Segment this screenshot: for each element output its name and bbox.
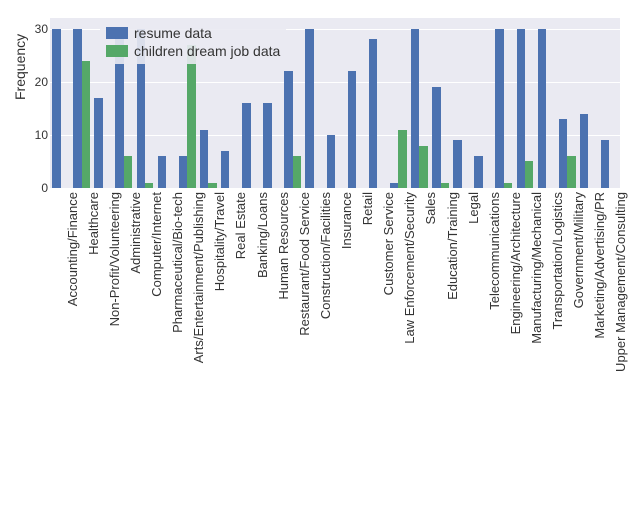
x-tick-label: Accounting/Finance — [65, 192, 80, 306]
bar-dream — [504, 183, 512, 188]
x-tick-label: Engineering/Architecture — [508, 192, 523, 334]
legend-label: children dream job data — [134, 42, 280, 60]
x-tick-label: Construction/Facilities — [318, 192, 333, 319]
x-tick-label: Pharmaceutical/Bio-tech — [170, 192, 185, 333]
bar-dream — [293, 156, 301, 188]
gridline — [50, 135, 620, 136]
bar-dream — [82, 61, 90, 189]
bar-resume — [242, 103, 250, 188]
x-tick-label: Customer Service — [381, 192, 396, 295]
bar-resume — [580, 114, 588, 188]
bar-dream — [187, 45, 195, 188]
gridline — [50, 188, 620, 189]
x-tick-label: Banking/Loans — [255, 192, 270, 278]
bar-resume — [305, 29, 313, 188]
bar-resume — [327, 135, 335, 188]
bar-resume — [94, 98, 102, 188]
chart: Frequency resume data children dream job… — [0, 0, 640, 509]
bar-dream — [441, 183, 449, 188]
bar-resume — [390, 183, 398, 188]
bar-resume — [495, 29, 503, 188]
bar-resume — [284, 71, 292, 188]
bar-resume — [538, 29, 546, 188]
bar-resume — [601, 140, 609, 188]
x-tick-label: Transportation/Logistics — [550, 192, 565, 330]
x-tick-label: Administrative — [128, 192, 143, 274]
x-tick-label: Non-Profit/Volunteering — [107, 192, 122, 326]
bar-resume — [221, 151, 229, 188]
x-tick-label: Upper Management/Consulting — [613, 192, 628, 372]
legend-item-dream: children dream job data — [106, 42, 280, 60]
bar-resume — [158, 156, 166, 188]
bar-resume — [73, 29, 81, 188]
y-tick-label: 10 — [35, 128, 48, 142]
bar-resume — [263, 103, 271, 188]
x-tick-label: Hospitality/Travel — [212, 192, 227, 291]
x-tick-label: Computer/Internet — [149, 192, 164, 297]
y-tick-label: 30 — [35, 22, 48, 36]
bar-dream — [208, 183, 216, 188]
x-tick-label: Arts/Entertainment/Publishing — [191, 192, 206, 363]
bar-resume — [453, 140, 461, 188]
bar-dream — [145, 183, 153, 188]
bar-resume — [517, 29, 525, 188]
x-tick-label: Marketing/Advertising/PR — [592, 192, 607, 339]
bar-resume — [179, 156, 187, 188]
x-tick-label: Manufacturing/Mechanical — [529, 192, 544, 344]
legend-swatch-icon — [106, 27, 128, 39]
gridline — [50, 82, 620, 83]
bar-resume — [348, 71, 356, 188]
bar-resume — [432, 87, 440, 188]
bar-resume — [559, 119, 567, 188]
bar-resume — [474, 156, 482, 188]
bar-dream — [567, 156, 575, 188]
x-tick-label: Sales — [423, 192, 438, 225]
y-axis-label: Frequency — [12, 34, 28, 100]
legend-swatch-icon — [106, 45, 128, 57]
x-tick-label: Restaurant/Food Service — [297, 192, 312, 336]
x-tick-label: Legal — [466, 192, 481, 224]
legend-label: resume data — [134, 24, 212, 42]
bar-dream — [419, 146, 427, 189]
y-tick-label: 0 — [41, 181, 48, 195]
y-tick-label: 20 — [35, 75, 48, 89]
x-tick-label: Telecommunications — [487, 192, 502, 310]
x-tick-label: Retail — [360, 192, 375, 225]
bar-dream — [398, 130, 406, 188]
x-tick-label: Government/Military — [571, 192, 586, 308]
bar-resume — [369, 39, 377, 188]
legend: resume data children dream job data — [100, 20, 286, 64]
bar-resume — [411, 29, 419, 188]
bar-resume — [52, 29, 60, 188]
x-tick-label: Insurance — [339, 192, 354, 249]
x-tick-label: Education/Training — [445, 192, 460, 300]
bar-dream — [124, 156, 132, 188]
bar-resume — [200, 130, 208, 188]
legend-item-resume: resume data — [106, 24, 280, 42]
x-tick-label: Healthcare — [86, 192, 101, 255]
x-tick-label: Real Estate — [233, 192, 248, 259]
x-tick-label: Human Resources — [276, 192, 291, 300]
bar-dream — [525, 161, 533, 188]
x-tick-label: Law Enforcement/Security — [402, 192, 417, 344]
